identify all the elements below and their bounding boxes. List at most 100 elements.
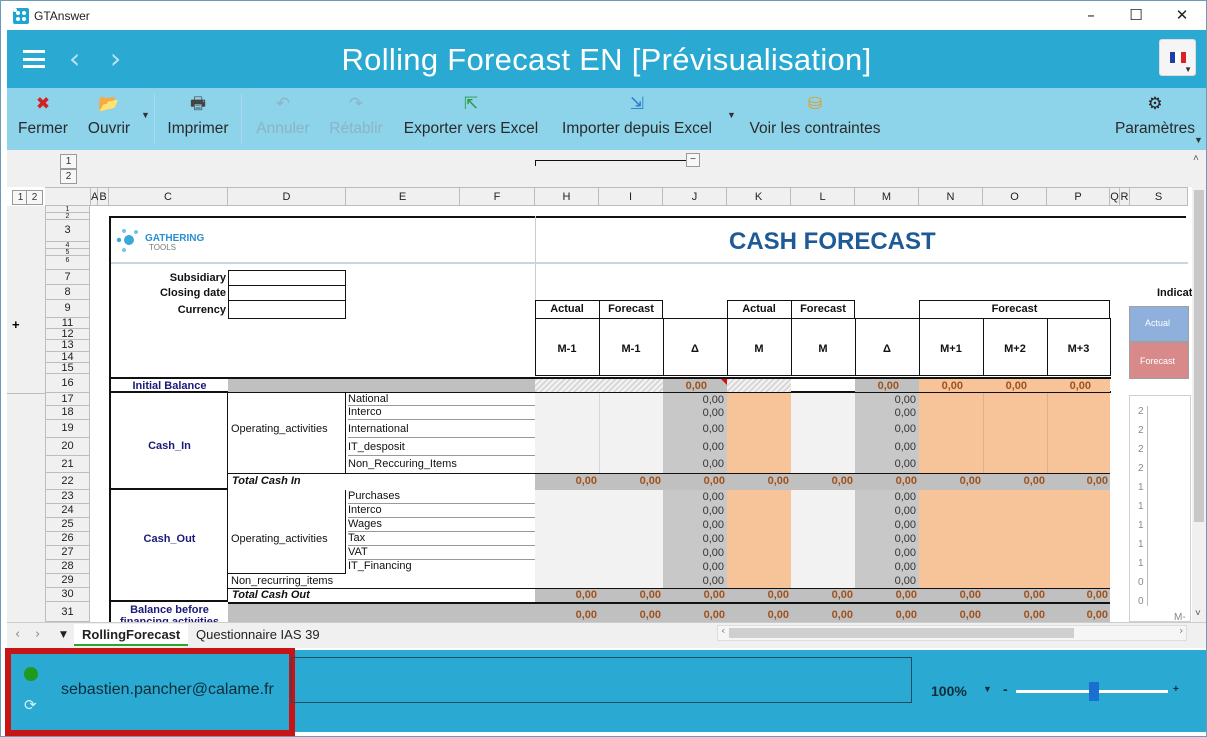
col-header-H[interactable]: H bbox=[535, 187, 599, 206]
cell-value[interactable]: 0,00 bbox=[855, 394, 916, 406]
cell-value[interactable]: 0,00 bbox=[663, 458, 724, 470]
row-header[interactable]: 29 bbox=[45, 574, 90, 588]
col-header-I[interactable]: I bbox=[599, 187, 663, 206]
scroll-up-icon[interactable]: ˄ bbox=[1193, 153, 1199, 164]
col-header-D[interactable]: D bbox=[228, 187, 346, 206]
initial-balance-m-plus2[interactable]: 0,00 bbox=[983, 380, 1027, 392]
row-header[interactable]: 11 bbox=[45, 318, 90, 329]
total-out-value[interactable]: 0,00 bbox=[1047, 589, 1108, 601]
row-header[interactable]: 23 bbox=[45, 490, 90, 504]
total-in-value[interactable]: 0,00 bbox=[855, 475, 917, 487]
total-in-value[interactable]: 0,00 bbox=[983, 475, 1045, 487]
row-header[interactable]: 6 bbox=[45, 256, 90, 270]
horizontal-scroll-thumb[interactable] bbox=[729, 628, 1074, 638]
export-excel-button[interactable]: ⇱ Exporter vers Excel bbox=[397, 88, 545, 150]
balance-value[interactable]: 0,00 bbox=[663, 609, 725, 621]
cell-value[interactable]: 0,00 bbox=[663, 575, 724, 587]
row-header[interactable]: 18 bbox=[45, 406, 90, 420]
initial-balance-delta2[interactable]: 0,00 bbox=[855, 380, 899, 392]
row-header[interactable]: 9 bbox=[45, 300, 90, 318]
cell-value[interactable]: 0,00 bbox=[663, 533, 724, 545]
col-header-N[interactable]: N bbox=[919, 187, 983, 206]
row-header[interactable]: 13 bbox=[45, 340, 90, 352]
row-header[interactable]: 5 bbox=[45, 249, 90, 256]
balance-value[interactable]: 0,00 bbox=[599, 609, 661, 621]
row-header[interactable]: 12 bbox=[45, 329, 90, 340]
spreadsheet[interactable]: 1 2 − ˄ 1 2 + A B C D E F H I J K L M N … bbox=[7, 150, 1206, 622]
row-header[interactable]: 24 bbox=[45, 504, 90, 518]
row-header[interactable]: 17 bbox=[45, 393, 90, 406]
col-header-R[interactable]: R bbox=[1120, 187, 1130, 206]
tab-scroll-right-icon[interactable]: › bbox=[35, 627, 40, 642]
cell-value[interactable]: 0,00 bbox=[663, 407, 724, 419]
language-selector[interactable]: ▼ bbox=[1159, 39, 1196, 76]
closing-date-field[interactable] bbox=[228, 285, 346, 301]
row-header[interactable]: 22 bbox=[45, 473, 90, 490]
cell-value[interactable]: 0,00 bbox=[855, 423, 916, 435]
zoom-dropdown-icon[interactable]: ▼ bbox=[983, 684, 992, 694]
balance-value[interactable]: 0,00 bbox=[727, 609, 789, 621]
settings-button[interactable]: ⚙ Paramètres bbox=[1110, 88, 1200, 150]
column-outline-level-1[interactable]: 1 bbox=[60, 154, 77, 169]
tab-rolling-forecast[interactable]: RollingForecast bbox=[74, 624, 189, 646]
constraints-button[interactable]: ⛁ Voir les contraintes bbox=[743, 88, 887, 150]
col-header-C[interactable]: C bbox=[109, 187, 228, 206]
tab-questionnaire-ias39[interactable]: Questionnaire IAS 39 bbox=[188, 624, 328, 646]
cell-value[interactable]: 0,00 bbox=[663, 491, 724, 503]
cell-value[interactable]: 0,00 bbox=[855, 547, 916, 559]
cell-value[interactable]: 0,00 bbox=[855, 458, 916, 470]
col-header-P[interactable]: P bbox=[1047, 187, 1110, 206]
row-header[interactable]: 30 bbox=[45, 588, 90, 602]
total-out-value[interactable]: 0,00 bbox=[791, 589, 853, 601]
row-header[interactable]: 15 bbox=[45, 363, 90, 374]
m-actual-cells-out[interactable] bbox=[727, 490, 791, 588]
cell-value[interactable]: 0,00 bbox=[855, 441, 916, 453]
undo-button[interactable]: ↶ Annuler bbox=[251, 88, 315, 150]
balance-value[interactable]: 0,00 bbox=[919, 609, 981, 621]
vertical-scroll-thumb[interactable] bbox=[1194, 190, 1204, 522]
zoom-in-button[interactable]: + bbox=[1173, 684, 1179, 695]
total-in-value[interactable]: 0,00 bbox=[1047, 475, 1108, 487]
total-out-value[interactable]: 0,00 bbox=[535, 589, 597, 601]
total-in-value[interactable]: 0,00 bbox=[791, 475, 853, 487]
settings-dropdown-icon[interactable]: ▼ bbox=[1194, 135, 1203, 145]
total-in-value[interactable]: 0,00 bbox=[663, 475, 725, 487]
cell-value[interactable]: 0,00 bbox=[663, 441, 724, 453]
col-header-F[interactable]: F bbox=[460, 187, 535, 206]
total-in-value[interactable]: 0,00 bbox=[727, 475, 789, 487]
total-in-value[interactable]: 0,00 bbox=[599, 475, 661, 487]
close-window-button[interactable]: ✕ bbox=[1159, 1, 1205, 30]
row-header[interactable]: 20 bbox=[45, 438, 90, 456]
open-button[interactable]: 📂 Ouvrir bbox=[83, 88, 135, 150]
zoom-slider-thumb[interactable] bbox=[1089, 682, 1100, 701]
row-header[interactable]: 27 bbox=[45, 546, 90, 560]
balance-value[interactable]: 0,00 bbox=[983, 609, 1045, 621]
tab-scroll-left-icon[interactable]: ‹ bbox=[15, 627, 20, 642]
col-header-B[interactable]: B bbox=[98, 187, 109, 206]
initial-balance-m-plus3[interactable]: 0,00 bbox=[1047, 380, 1091, 392]
row-header[interactable]: 25 bbox=[45, 518, 90, 532]
row-header[interactable]: 7 bbox=[45, 270, 90, 285]
collapse-group-button[interactable]: − bbox=[686, 153, 700, 167]
m-actual-cells-in[interactable] bbox=[727, 393, 791, 473]
row-header[interactable]: 19 bbox=[45, 420, 90, 438]
column-outline-level-2[interactable]: 2 bbox=[60, 169, 77, 184]
row-header[interactable]: 2 bbox=[45, 213, 90, 220]
open-dropdown-icon[interactable]: ▼ bbox=[141, 110, 150, 120]
maximize-button[interactable]: ☐ bbox=[1113, 1, 1159, 30]
cell-value[interactable]: 0,00 bbox=[663, 505, 724, 517]
initial-balance-m-plus1[interactable]: 0,00 bbox=[919, 380, 963, 392]
row-header[interactable]: 31 bbox=[45, 602, 90, 622]
row-header[interactable]: 28 bbox=[45, 560, 90, 574]
currency-field[interactable] bbox=[228, 300, 346, 319]
cell-value[interactable]: 0,00 bbox=[855, 519, 916, 531]
cell-value[interactable]: 0,00 bbox=[663, 423, 724, 435]
actual-cells-out[interactable] bbox=[535, 490, 663, 588]
import-dropdown-icon[interactable]: ▼ bbox=[727, 110, 736, 120]
zoom-level[interactable]: 100% bbox=[931, 683, 967, 699]
cell-value[interactable]: 0,00 bbox=[855, 491, 916, 503]
m-forecast-cells-out[interactable] bbox=[791, 490, 855, 588]
total-out-value[interactable]: 0,00 bbox=[663, 589, 725, 601]
hscroll-left-icon[interactable]: ‹ bbox=[721, 624, 725, 637]
forecast-cells-out[interactable] bbox=[919, 490, 1110, 588]
